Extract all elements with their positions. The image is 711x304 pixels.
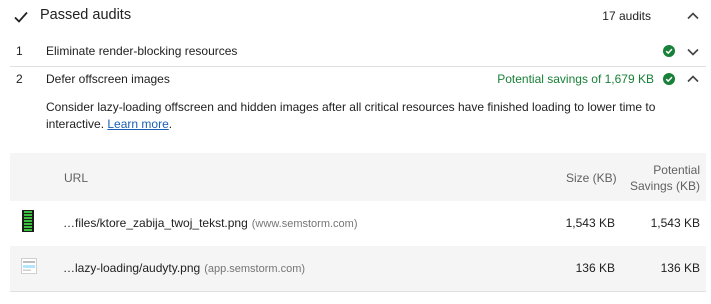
resource-savings: 136 KB bbox=[660, 261, 700, 275]
image-thumbnail bbox=[22, 210, 34, 232]
pass-check-icon bbox=[663, 73, 675, 85]
column-header-savings: Potential Savings (KB) bbox=[629, 163, 700, 193]
chevron-up-icon[interactable] bbox=[686, 74, 700, 84]
chevron-down-icon[interactable] bbox=[686, 47, 700, 57]
image-thumbnail bbox=[21, 258, 37, 274]
learn-more-link[interactable]: Learn more bbox=[107, 117, 168, 131]
resource-url[interactable]: …lazy-loading/audyty.png (app.semstorm.co… bbox=[63, 261, 305, 275]
divider bbox=[10, 291, 706, 292]
audit-title: Defer offscreen images bbox=[46, 72, 170, 86]
chevron-up-icon[interactable] bbox=[686, 11, 700, 21]
audit-count: 17 audits bbox=[602, 9, 651, 23]
resource-url[interactable]: …files/ktore_zabija_twoj_tekst.png (www.s… bbox=[63, 216, 358, 230]
audit-description: Consider lazy-loading offscreen and hidd… bbox=[46, 100, 656, 131]
checkmark-icon bbox=[14, 11, 28, 23]
resource-size: 136 KB bbox=[575, 261, 615, 275]
resource-savings: 1,543 KB bbox=[650, 216, 700, 230]
pass-check-icon bbox=[663, 45, 675, 57]
audit-row-render-blocking[interactable]: 1 Eliminate render-blocking resources bbox=[0, 36, 711, 66]
audit-title: Eliminate render-blocking resources bbox=[46, 44, 238, 58]
group-title: Passed audits bbox=[40, 7, 132, 23]
audit-row-offscreen-images[interactable]: 2 Defer offscreen images Potential savin… bbox=[0, 64, 711, 94]
resource-size: 1,543 KB bbox=[565, 216, 615, 230]
potential-savings: Potential savings of 1,679 KB bbox=[497, 72, 654, 86]
column-header-url: URL bbox=[64, 171, 89, 185]
audit-number: 1 bbox=[16, 44, 23, 58]
audit-number: 2 bbox=[16, 72, 23, 86]
passed-audits-header[interactable]: Passed audits 17 audits bbox=[0, 0, 711, 34]
column-header-size: Size (KB) bbox=[566, 171, 617, 185]
